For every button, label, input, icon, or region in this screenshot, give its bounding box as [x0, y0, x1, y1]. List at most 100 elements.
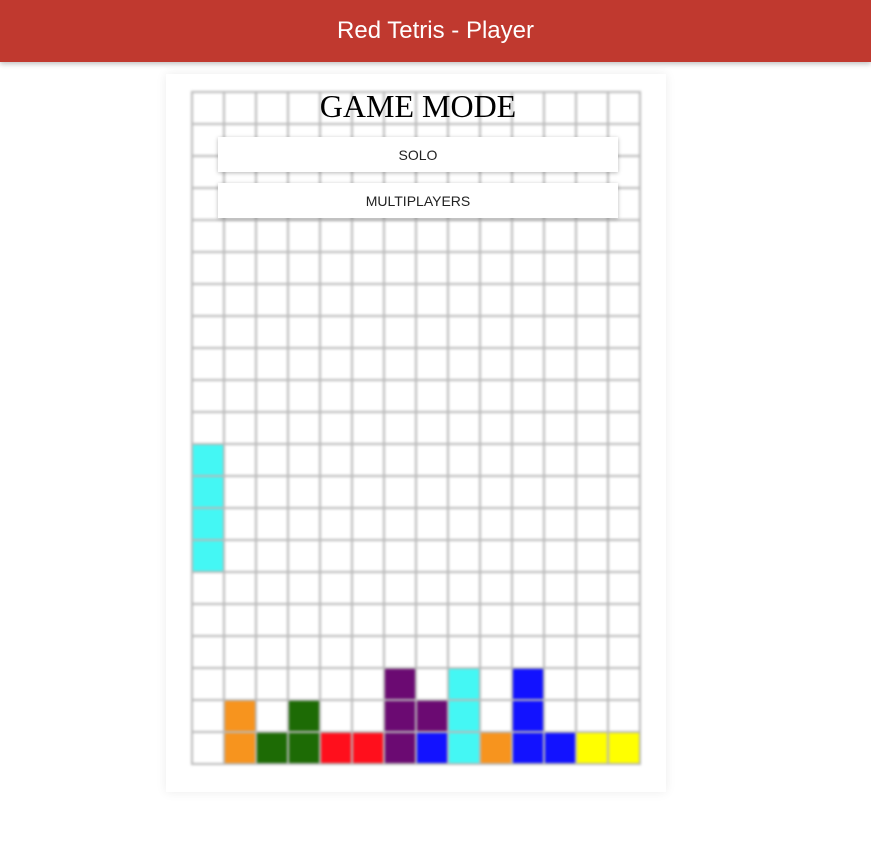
board-cell: [607, 635, 641, 669]
board-cell: [415, 379, 449, 413]
board-cell: [319, 571, 353, 605]
board-cell: [191, 219, 225, 253]
board-cell: [479, 411, 513, 445]
board-cell: [223, 219, 257, 253]
board-cell: [255, 251, 289, 285]
board-cell: [191, 411, 225, 445]
block-t: [383, 731, 417, 765]
board-cell: [351, 635, 385, 669]
board-cell: [255, 667, 289, 701]
board-cell: [511, 571, 545, 605]
board-cell: [319, 219, 353, 253]
board-cell: [383, 507, 417, 541]
board-cell: [223, 635, 257, 669]
board-cell: [287, 283, 321, 317]
board-cell: [191, 699, 225, 733]
board-cell: [447, 635, 481, 669]
board-cell: [479, 539, 513, 573]
block-j: [511, 731, 545, 765]
board-cell: [223, 379, 257, 413]
board-cell: [191, 603, 225, 637]
board-cell: [575, 315, 609, 349]
board-cell: [223, 443, 257, 477]
board-cell: [447, 475, 481, 509]
board-cell: [607, 699, 641, 733]
board-cell: [543, 699, 577, 733]
board-cell: [607, 283, 641, 317]
block-i: [191, 475, 225, 509]
board-cell: [383, 347, 417, 381]
board-cell: [575, 667, 609, 701]
block-i: [191, 539, 225, 573]
board-cell: [511, 475, 545, 509]
board-cell: [575, 251, 609, 285]
board-cell: [415, 347, 449, 381]
board-cell: [223, 251, 257, 285]
board-cell: [511, 219, 545, 253]
board-cell: [351, 507, 385, 541]
game-mode-title: GAME MODE: [319, 88, 517, 124]
board-cell: [191, 347, 225, 381]
block-i: [447, 731, 481, 765]
block-j: [511, 667, 545, 701]
board-cell: [319, 443, 353, 477]
board-cell: [607, 571, 641, 605]
board-cell: [415, 411, 449, 445]
board-cell: [575, 219, 609, 253]
board-cell: [415, 315, 449, 349]
board-cell: [255, 635, 289, 669]
board-cell: [447, 411, 481, 445]
board-cell: [415, 507, 449, 541]
multiplayers-button[interactable]: MULTIPLAYERS: [218, 183, 618, 218]
board-cell: [287, 539, 321, 573]
board-cell: [607, 251, 641, 285]
board-cell: [383, 283, 417, 317]
board-cell: [351, 475, 385, 509]
board-cell: [415, 475, 449, 509]
block-z: [319, 731, 353, 765]
board-cell: [575, 347, 609, 381]
board-cell: [415, 443, 449, 477]
block-s: [255, 731, 289, 765]
board-cell: [383, 379, 417, 413]
board-cell: [383, 635, 417, 669]
solo-button[interactable]: SOLO: [218, 137, 618, 172]
board-cell: [351, 667, 385, 701]
board-cell: [511, 379, 545, 413]
block-l: [479, 731, 513, 765]
board-cell: [287, 571, 321, 605]
board-cell: [575, 379, 609, 413]
block-i: [191, 507, 225, 541]
board-cell: [511, 443, 545, 477]
board-cell: [415, 667, 449, 701]
board-cell: [255, 347, 289, 381]
board-cell: [287, 251, 321, 285]
board-cell: [319, 667, 353, 701]
board-cell: [255, 219, 289, 253]
board-cell: [607, 219, 641, 253]
board-cell: [319, 635, 353, 669]
board-cell: [511, 603, 545, 637]
board-cell: [543, 251, 577, 285]
board-cell: [479, 475, 513, 509]
board-cell: [191, 667, 225, 701]
board-cell: [607, 315, 641, 349]
board-cell: [351, 315, 385, 349]
board-cell: [191, 315, 225, 349]
board-cell: [351, 539, 385, 573]
board-cell: [415, 251, 449, 285]
board-cell: [479, 379, 513, 413]
board-cell: [319, 603, 353, 637]
board-cell: [319, 251, 353, 285]
board-cell: [287, 411, 321, 445]
board-cell: [319, 379, 353, 413]
block-t: [415, 699, 449, 733]
app-title: Red Tetris - Player: [337, 17, 534, 44]
board-cell: [351, 603, 385, 637]
board-cell: [415, 603, 449, 637]
board-cell: [543, 539, 577, 573]
board-cell: [351, 411, 385, 445]
board-cell: [223, 315, 257, 349]
board-cell: [479, 347, 513, 381]
board-cell: [447, 219, 481, 253]
